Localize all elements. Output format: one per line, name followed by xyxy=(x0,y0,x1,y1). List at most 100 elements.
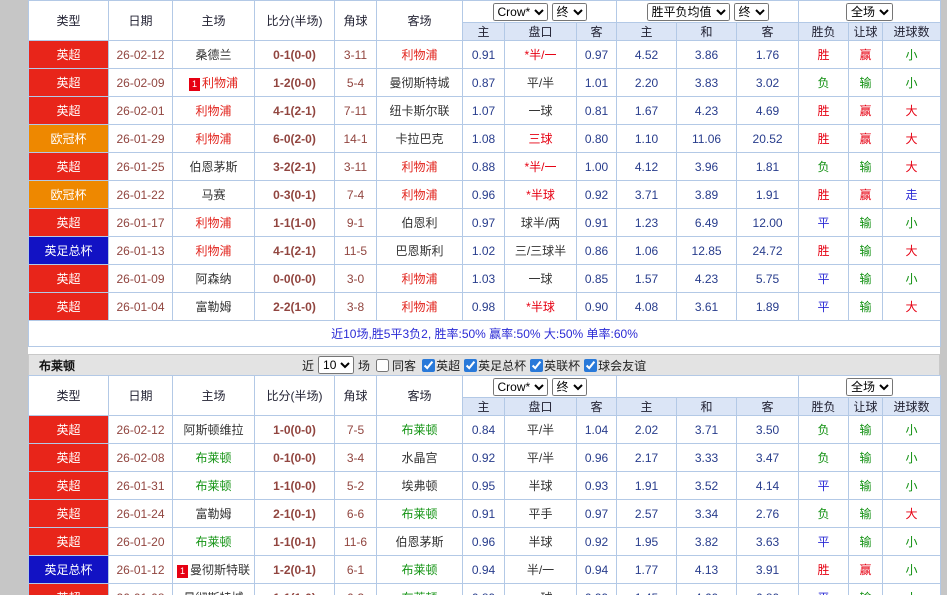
odds-home: 0.96 xyxy=(463,528,505,556)
result-wdl: 负 xyxy=(799,444,849,472)
team-name: 利物浦 xyxy=(195,216,231,230)
brighton-section-bar: 布莱顿 近 10 场 同客 英超英足总杯英联杯球会友谊 xyxy=(28,354,940,375)
league-filter[interactable]: 球会友谊 xyxy=(580,357,646,374)
result-wdl: 胜 xyxy=(799,41,849,69)
scope-select[interactable]: 全场 xyxy=(846,378,893,396)
home-team: 马赛 xyxy=(173,181,255,209)
result-handicap: 赢 xyxy=(849,181,883,209)
match-row: 英超26-01-08曼彻斯特城1-1(1-0)6-3布莱顿0.89一球0.991… xyxy=(29,584,941,595)
odds-final-select[interactable]: 终 xyxy=(552,378,587,396)
avg-final-select[interactable]: 终 xyxy=(734,3,769,21)
team-name: 布莱顿 xyxy=(401,507,437,521)
header-dropdown-row: 类型 日期 主场 比分(半场) 角球 客场 Crow*终 全场 xyxy=(29,376,941,398)
score: 0-1(0-0) xyxy=(255,444,335,472)
league-filter[interactable]: 英超 xyxy=(418,357,460,374)
match-date: 26-01-17 xyxy=(109,209,173,237)
league-filter[interactable]: 英足总杯 xyxy=(460,357,526,374)
team-name: 水晶宫 xyxy=(401,451,437,465)
col-avg-draw: 和 xyxy=(677,23,737,41)
team-name: 利物浦 xyxy=(401,48,437,62)
team-name: 卡拉巴克 xyxy=(395,132,443,146)
match-row: 欧冠杯26-01-22马赛0-3(0-1)7-4利物浦0.96*半球0.923.… xyxy=(29,181,941,209)
odds-final-select[interactable]: 终 xyxy=(552,3,587,21)
team2-matches-table: 类型 日期 主场 比分(半场) 角球 客场 Crow*终 全场 主 盘口 客 主 xyxy=(28,375,941,595)
league-checkbox[interactable] xyxy=(464,359,477,372)
score: 0-1(0-0) xyxy=(255,41,335,69)
corners: 11-5 xyxy=(335,237,377,265)
score: 4-1(2-1) xyxy=(255,237,335,265)
handicap: 平/半 xyxy=(505,416,577,444)
scope-select[interactable]: 全场 xyxy=(846,3,893,21)
match-date: 26-01-08 xyxy=(109,584,173,595)
result-group-header: 全场 xyxy=(799,376,941,398)
avg-group-header: 胜平负均值终 xyxy=(617,1,799,23)
odds-home: 1.03 xyxy=(463,265,505,293)
away-team: 利物浦 xyxy=(377,181,463,209)
header-dropdown-row: 类型 日期 主场 比分(半场) 角球 客场 Crow*终 胜平负均值终 全场 xyxy=(29,1,941,23)
team-name: 利物浦 xyxy=(401,272,437,286)
col-ah-result: 让球 xyxy=(849,23,883,41)
same-away-checkbox[interactable] xyxy=(376,359,389,372)
result-handicap: 输 xyxy=(849,500,883,528)
team-name: 利物浦 xyxy=(202,76,238,90)
team-name: 富勒姆 xyxy=(195,300,231,314)
avg-away-odds: 24.72 xyxy=(737,237,799,265)
team-name: 伯恩利 xyxy=(401,216,437,230)
league-checkbox[interactable] xyxy=(584,359,597,372)
league-filter[interactable]: 英联杯 xyxy=(526,357,580,374)
handicap: 平手 xyxy=(505,500,577,528)
avg-draw-odds: 3.96 xyxy=(677,153,737,181)
col-type: 类型 xyxy=(29,376,109,416)
corners: 3-4 xyxy=(335,444,377,472)
score: 1-2(0-1) xyxy=(255,556,335,584)
record-summary: 近10场,胜5平3负2, 胜率:50% 赢率:50% 大:50% 单率:60% xyxy=(29,321,941,347)
match-date: 26-01-20 xyxy=(109,528,173,556)
bookmaker-select[interactable]: Crow* xyxy=(493,3,548,21)
odds-away: 0.90 xyxy=(577,293,617,321)
corners: 14-1 xyxy=(335,125,377,153)
odds-home: 1.08 xyxy=(463,125,505,153)
col-away: 客场 xyxy=(377,376,463,416)
handicap: 半球 xyxy=(505,472,577,500)
score: 6-0(2-0) xyxy=(255,125,335,153)
league-checkbox[interactable] xyxy=(422,359,435,372)
away-team: 布莱顿 xyxy=(377,556,463,584)
avg-draw-odds: 12.85 xyxy=(677,237,737,265)
result-handicap: 输 xyxy=(849,472,883,500)
avg-draw-odds: 3.82 xyxy=(677,528,737,556)
h2h-stats-page: 类型 日期 主场 比分(半场) 角球 客场 Crow*终 胜平负均值终 全场 主… xyxy=(28,0,940,595)
league-checkbox[interactable] xyxy=(530,359,543,372)
odds-home: 0.91 xyxy=(463,500,505,528)
handicap: 球半/两 xyxy=(505,209,577,237)
handicap: 一球 xyxy=(505,265,577,293)
league-badge: 英足总杯 xyxy=(29,556,109,584)
match-count-select[interactable]: 10 xyxy=(318,356,354,374)
handicap: 一球 xyxy=(505,584,577,595)
result-goals: 小 xyxy=(883,265,941,293)
col-handicap: 盘口 xyxy=(505,23,577,41)
odds-away: 0.92 xyxy=(577,528,617,556)
avg-draw-odds: 3.86 xyxy=(677,41,737,69)
corners: 11-6 xyxy=(335,528,377,556)
avg-select[interactable]: 胜平负均值 xyxy=(647,3,730,21)
result-goals: 小 xyxy=(883,528,941,556)
home-team: 1利物浦 xyxy=(173,69,255,97)
result-handicap: 赢 xyxy=(849,41,883,69)
avg-home-odds: 2.57 xyxy=(617,500,677,528)
match-row: 英超26-02-091利物浦1-2(0-0)5-4曼彻斯特城0.87平/半1.0… xyxy=(29,69,941,97)
corners: 5-4 xyxy=(335,69,377,97)
league-badge: 英超 xyxy=(29,69,109,97)
league-badge: 英超 xyxy=(29,293,109,321)
league-badge: 英超 xyxy=(29,209,109,237)
bookmaker-select[interactable]: Crow* xyxy=(493,378,548,396)
league-filter-group: 英超英足总杯英联杯球会友谊 xyxy=(418,357,646,374)
score: 1-0(0-0) xyxy=(255,416,335,444)
away-team: 布莱顿 xyxy=(377,584,463,595)
league-badge: 英足总杯 xyxy=(29,237,109,265)
avg-home-odds: 1.06 xyxy=(617,237,677,265)
corners: 7-4 xyxy=(335,181,377,209)
avg-away-odds: 3.02 xyxy=(737,69,799,97)
match-date: 26-02-12 xyxy=(109,416,173,444)
odds-away: 0.97 xyxy=(577,500,617,528)
handicap: *半/一 xyxy=(505,153,577,181)
